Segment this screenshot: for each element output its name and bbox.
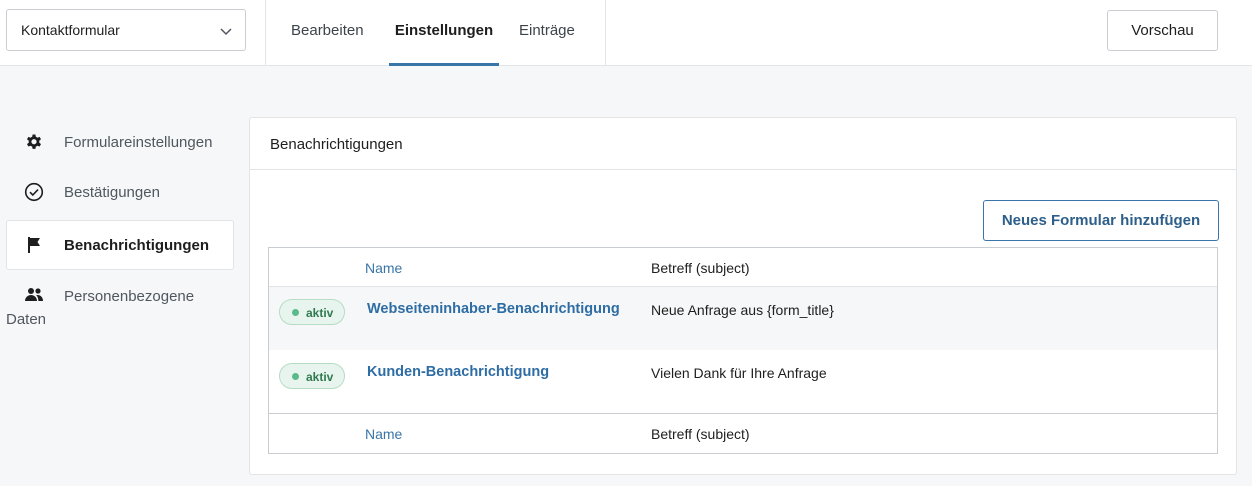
status-dot-icon — [292, 373, 299, 380]
notification-subject: Neue Anfrage aus {form_title} — [651, 302, 834, 318]
tab-label: Einträge — [519, 22, 575, 39]
status-label: aktiv — [306, 306, 334, 320]
sidebar-item-label: Daten — [6, 311, 47, 328]
column-footer-name[interactable]: Name — [365, 426, 402, 442]
panel-title: Benachrichtigungen — [270, 136, 403, 153]
form-selector[interactable]: Kontaktformular — [6, 9, 246, 51]
status-badge[interactable]: aktiv — [279, 363, 345, 389]
people-icon — [25, 288, 43, 301]
add-notification-button[interactable]: Neues Formular hinzufügen — [983, 200, 1219, 241]
tab-bearbeiten[interactable]: Bearbeiten — [291, 22, 364, 66]
tab-eintraege[interactable]: Einträge — [519, 22, 575, 66]
gear-icon — [27, 134, 41, 149]
sidebar-item-benachrichtigungen[interactable]: Benachrichtigungen — [6, 220, 234, 270]
divider — [605, 0, 606, 66]
column-header-name[interactable]: Name — [365, 260, 402, 276]
sidebar-item-bestaetigungen[interactable]: Bestätigungen — [6, 168, 234, 218]
flag-icon — [28, 237, 40, 253]
column-header-subject: Betreff (subject) — [651, 260, 750, 276]
tab-label: Bearbeiten — [291, 22, 364, 39]
notifications-table: Name Betreff (subject) aktiv Webseitenin… — [268, 247, 1218, 454]
sidebar-item-personenbezogene-daten[interactable]: Personenbezogene Daten — [6, 278, 234, 338]
notification-name-link[interactable]: Webseiteninhaber-Benachrichtigung — [367, 301, 620, 317]
status-label: aktiv — [306, 370, 334, 384]
chevron-down-icon — [220, 28, 232, 36]
preview-button[interactable]: Vorschau — [1107, 10, 1218, 51]
form-selector-value: Kontaktformular — [21, 22, 120, 38]
table-row[interactable]: aktiv Webseiteninhaber-Benachrichtigung … — [269, 287, 1217, 350]
notification-name-link[interactable]: Kunden-Benachrichtigung — [367, 364, 549, 380]
table-header-row: Name Betreff (subject) — [269, 248, 1217, 287]
sidebar-item-label: Bestätigungen — [64, 184, 160, 201]
top-bar: Kontaktformular Bearbeiten Einstellungen… — [0, 0, 1252, 66]
sidebar-item-formulareinstellungen[interactable]: Formulareinstellungen — [6, 118, 234, 168]
notification-subject: Vielen Dank für Ihre Anfrage — [651, 365, 827, 381]
sidebar-item-label: Benachrichtigungen — [64, 237, 210, 254]
table-row[interactable]: aktiv Kunden-Benachrichtigung Vielen Dan… — [269, 350, 1217, 414]
check-circle-icon — [24, 182, 44, 202]
status-badge[interactable]: aktiv — [279, 299, 345, 325]
sidebar-item-label: Personenbezogene — [64, 288, 195, 305]
status-dot-icon — [292, 309, 299, 316]
column-footer-subject: Betreff (subject) — [651, 426, 750, 442]
table-footer-row: Name Betreff (subject) — [269, 414, 1217, 453]
sidebar-item-label: Formulareinstellungen — [64, 134, 213, 151]
tab-einstellungen[interactable]: Einstellungen — [389, 22, 499, 66]
divider — [250, 169, 1236, 170]
tab-label: Einstellungen — [394, 22, 494, 39]
divider — [265, 0, 266, 66]
notifications-panel: Benachrichtigungen Neues Formular hinzuf… — [249, 117, 1237, 475]
